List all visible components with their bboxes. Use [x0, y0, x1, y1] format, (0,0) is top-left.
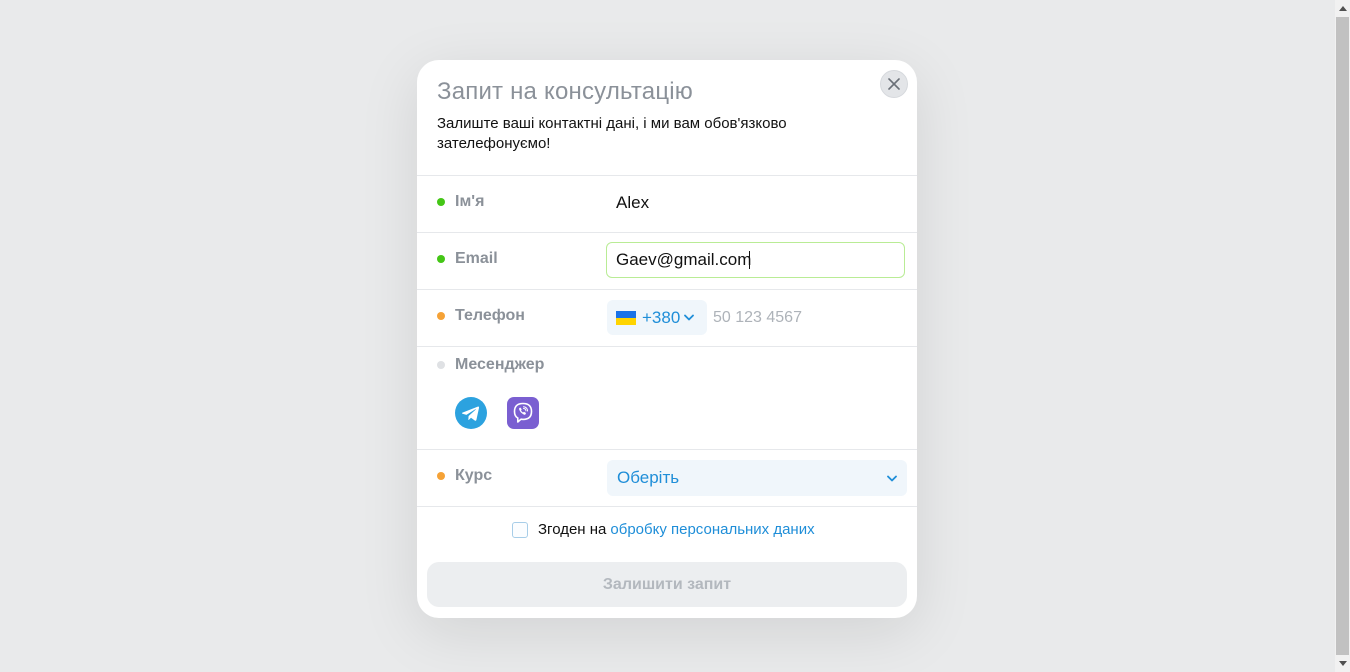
messenger-label: Месенджер [437, 356, 544, 374]
phone-status-dot [437, 312, 445, 320]
consent-row: Згоден на обробку персональних даних [512, 521, 815, 538]
divider [417, 346, 917, 347]
messenger-status-dot [437, 361, 445, 369]
phone-label: Телефон [437, 307, 525, 325]
divider [417, 506, 917, 507]
consultation-modal: Запит на консультацію Залиште ваші конта… [417, 60, 917, 618]
scroll-up-arrow-icon[interactable] [1335, 0, 1350, 17]
consent-checkbox[interactable] [512, 521, 528, 538]
chevron-down-icon [887, 475, 897, 481]
consent-text: Згоден на [538, 521, 607, 538]
divider [417, 175, 917, 176]
phone-number-input[interactable] [713, 300, 903, 335]
divider [417, 449, 917, 450]
email-field[interactable] [606, 242, 905, 278]
close-button[interactable] [880, 70, 908, 98]
divider [417, 232, 917, 233]
email-status-dot [437, 255, 445, 263]
submit-request-button[interactable]: Залишити запит [427, 562, 907, 607]
scroll-down-arrow-icon[interactable] [1335, 655, 1350, 672]
scrollbar-thumb[interactable] [1336, 17, 1349, 655]
modal-title: Запит на консультацію [437, 78, 694, 105]
course-status-dot [437, 472, 445, 480]
name-field[interactable]: Alex [616, 193, 649, 213]
messenger-label-text: Месенджер [455, 356, 545, 373]
divider [417, 289, 917, 290]
email-label: Email [437, 250, 498, 268]
ukraine-flag-icon [616, 310, 636, 325]
chevron-down-icon [684, 314, 695, 321]
course-select[interactable]: Оберіть [607, 460, 907, 496]
close-icon [888, 78, 900, 90]
telegram-icon[interactable] [455, 397, 487, 429]
modal-subtitle: Залиште ваші контактні дані, і ми вам об… [437, 115, 787, 152]
course-label-text: Курс [455, 467, 493, 484]
phone-label-text: Телефон [455, 307, 525, 324]
viber-icon[interactable] [507, 397, 539, 429]
name-status-dot [437, 198, 445, 206]
privacy-policy-link[interactable]: обробку персональних даних [610, 521, 814, 538]
course-label: Курс [437, 467, 492, 485]
email-label-text: Email [455, 250, 498, 267]
course-selected-value: Оберіть [617, 468, 680, 487]
text-caret [749, 251, 750, 269]
country-code-select[interactable]: +380 [607, 300, 707, 335]
name-label: Ім'я [437, 193, 484, 211]
country-code: +380 [642, 307, 681, 327]
name-label-text: Ім'я [455, 193, 485, 210]
page-scrollbar[interactable] [1335, 0, 1350, 672]
